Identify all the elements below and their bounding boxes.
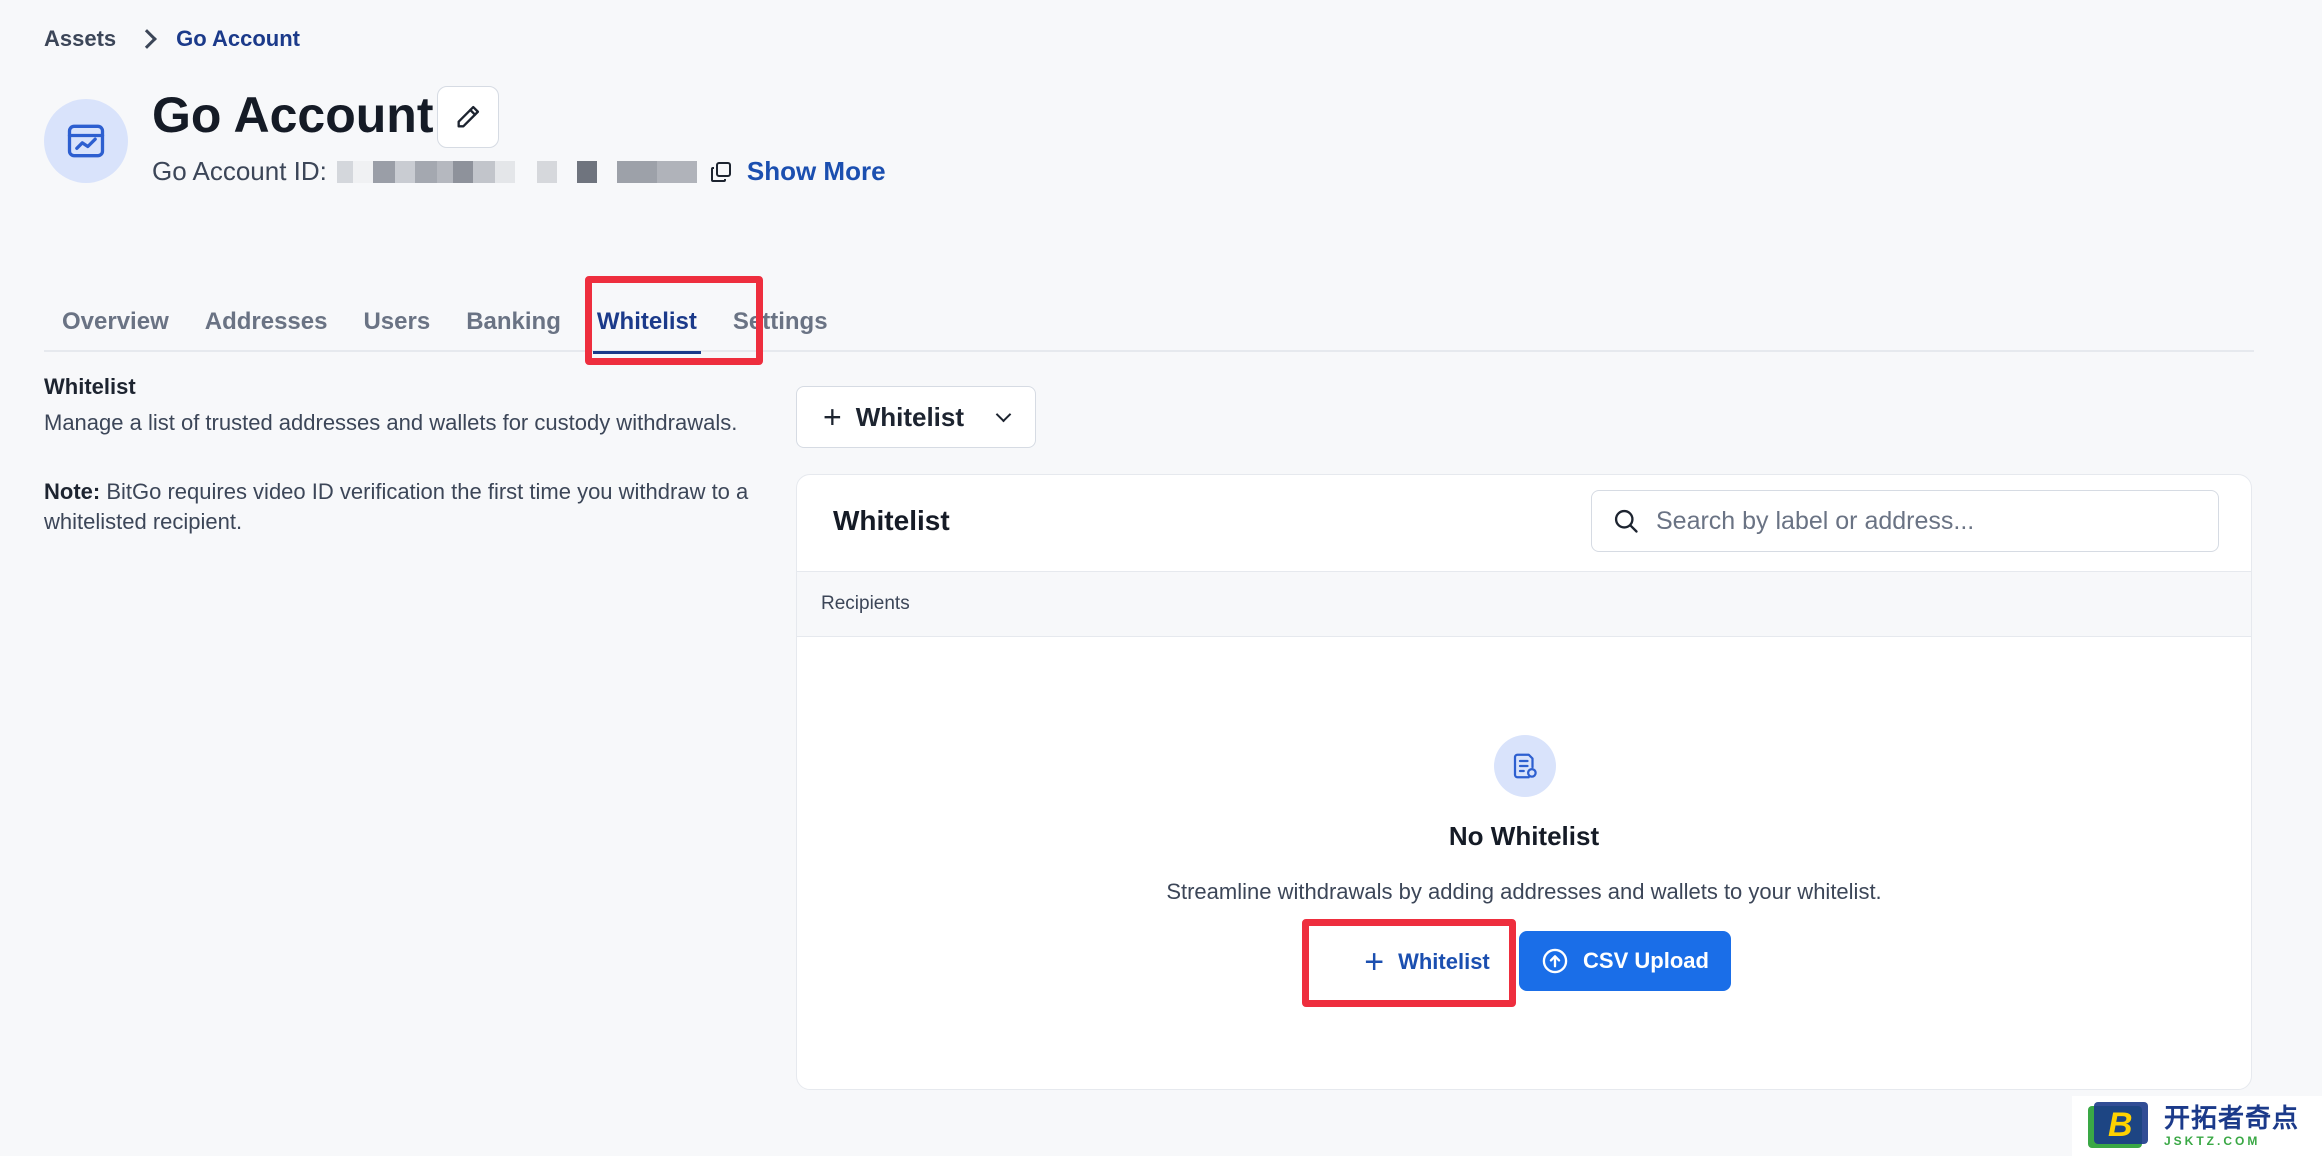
add-whitelist-dropdown[interactable]: + Whitelist (796, 386, 1036, 448)
copy-icon[interactable] (709, 160, 733, 184)
empty-state-text: Streamline withdrawals by adding address… (1166, 879, 1882, 904)
watermark-url: JSKTZ.COM (2164, 1134, 2261, 1148)
empty-state-title: No Whitelist (1448, 821, 1600, 851)
tab-banking[interactable]: Banking (448, 300, 579, 352)
watermark: B 开拓者奇点 JSKTZ.COM (2072, 1096, 2322, 1156)
tab-settings[interactable]: Settings (715, 300, 846, 352)
section-description: Whitelist Manage a list of trusted addre… (44, 374, 764, 537)
csv-upload-button-label: CSV Upload (1583, 948, 1709, 973)
edit-name-button[interactable] (437, 86, 499, 148)
whitelist-card: Whitelist Recipients No Whitelist Stream… (796, 474, 2252, 1090)
tab-users[interactable]: Users (345, 300, 448, 352)
show-more-link[interactable]: Show More (747, 156, 886, 187)
column-header-recipients: Recipients (797, 571, 2251, 637)
note-label: Note: (44, 478, 101, 504)
note-text: Note: BitGo requires video ID verificati… (44, 477, 764, 537)
document-icon (1513, 753, 1537, 779)
add-whitelist-button-label: Whitelist (1398, 949, 1490, 974)
chart-icon (67, 124, 105, 158)
upload-icon (1542, 948, 1568, 974)
pencil-icon (457, 105, 480, 128)
plus-icon: + (1364, 943, 1385, 981)
tab-overview[interactable]: Overview (44, 300, 187, 352)
note-body: BitGo requires video ID verification the… (44, 478, 749, 534)
search-box[interactable] (1591, 490, 2219, 552)
add-whitelist-button[interactable]: + Whitelist (1327, 931, 1527, 993)
account-id-redacted (336, 160, 697, 183)
breadcrumb-assets-link[interactable]: Assets (44, 26, 116, 52)
svg-text:B: B (2108, 1106, 2133, 1144)
account-id-row: Go Account ID: Show More (152, 156, 886, 187)
chevron-down-icon (995, 406, 1012, 423)
plus-icon: + (823, 399, 842, 435)
section-title: Whitelist (44, 374, 136, 399)
breadcrumb-current: Go Account (176, 26, 301, 51)
chevron-right-icon (137, 29, 158, 49)
tab-bar: Overview Addresses Users Banking Whiteli… (44, 300, 2254, 354)
section-text: Manage a list of trusted addresses and w… (44, 410, 738, 435)
search-icon (1614, 509, 1638, 533)
csv-upload-button[interactable]: CSV Upload (1519, 931, 1731, 991)
account-id-label: Go Account ID: (152, 156, 327, 186)
account-avatar (44, 99, 128, 183)
card-title: Whitelist (833, 505, 950, 536)
empty-state-icon (1494, 735, 1556, 797)
search-input[interactable] (1656, 506, 2196, 536)
page-title: Go Account (152, 87, 434, 143)
add-whitelist-dropdown-label: Whitelist (855, 401, 965, 432)
breadcrumb: Assets Go Account (44, 26, 300, 52)
watermark-text: 开拓者奇点 (2164, 1103, 2300, 1133)
tab-addresses[interactable]: Addresses (187, 300, 346, 352)
tab-whitelist[interactable]: Whitelist (579, 300, 715, 354)
logo-icon: B (2088, 1102, 2148, 1148)
